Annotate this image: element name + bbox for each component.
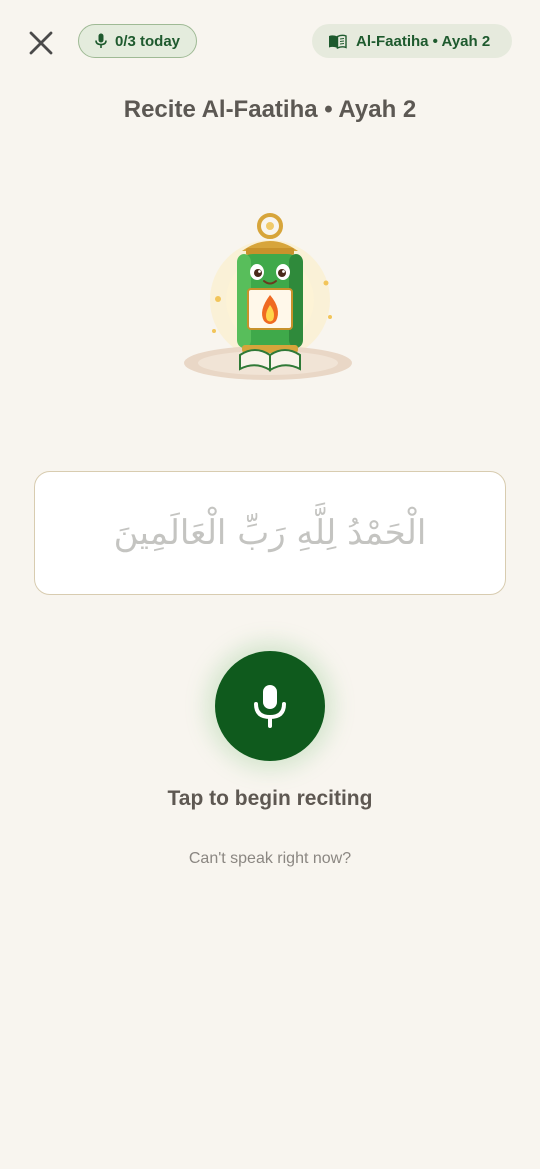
- cant-speak-link[interactable]: Can't speak right now?: [0, 850, 540, 868]
- mic-icon: [95, 33, 107, 48]
- verse-card: الْحَمْدُ لِلَّهِ رَبِّ الْعَالَمِينَ: [34, 471, 506, 595]
- close-icon: [29, 31, 53, 55]
- mic-icon: [254, 685, 286, 728]
- book-icon: [329, 34, 347, 49]
- arabic-verse-text: الْحَمْدُ لِلَّهِ رَبِّ الْعَالَمِينَ: [113, 513, 427, 553]
- begin-reciting-label: Tap to begin reciting: [167, 787, 373, 810]
- surah-ayah-label: Al-Faatiha • Ayah 2: [356, 32, 491, 50]
- close-button[interactable]: [26, 28, 56, 58]
- record-mic-button[interactable]: [215, 651, 325, 761]
- surah-ayah-pill[interactable]: Al-Faatiha • Ayah 2: [312, 24, 512, 58]
- lantern-mascot-illustration: [180, 205, 360, 395]
- daily-progress-pill[interactable]: 0/3 today: [78, 24, 197, 58]
- page-title: Recite Al-Faatiha • Ayah 2: [123, 96, 417, 123]
- daily-progress-label: 0/3 today: [115, 32, 181, 50]
- top-bar: 0/3 today Al-Faatiha • Ayah 2: [0, 24, 540, 60]
